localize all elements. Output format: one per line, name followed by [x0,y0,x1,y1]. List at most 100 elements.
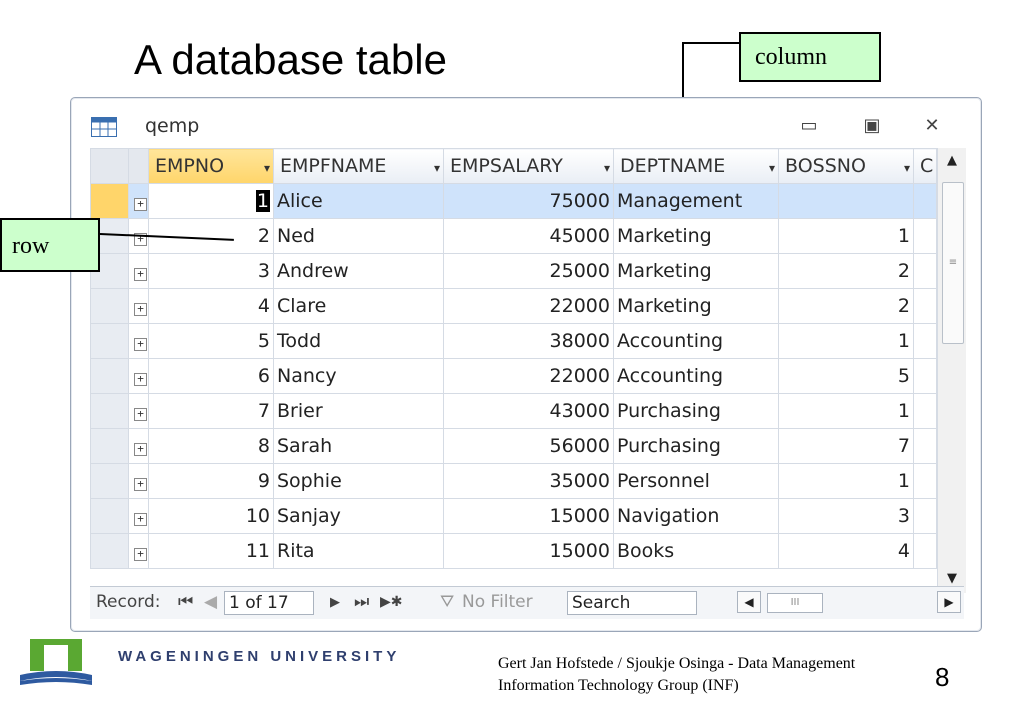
expand-icon[interactable]: + [134,198,147,211]
cell-c[interactable] [913,498,937,534]
cell-empfname[interactable]: Nancy [273,358,444,394]
row-expander[interactable]: + [128,253,149,289]
expand-icon[interactable]: + [134,548,147,561]
table-row[interactable]: + 3 Andrew 25000 Marketing 2 [90,253,937,289]
table-row[interactable]: + 4 Clare 22000 Marketing 2 [90,288,937,324]
row-selector[interactable] [90,393,129,429]
table-row[interactable]: + 11 Rita 15000 Books 4 [90,533,937,569]
cell-bossno[interactable]: 3 [778,498,914,534]
cell-empsalary[interactable]: 22000 [443,288,614,324]
restore-icon[interactable]: ▣ [859,114,885,138]
row-selector[interactable] [90,463,129,499]
select-all-corner[interactable] [90,148,129,184]
cell-bossno[interactable]: 1 [778,218,914,254]
expand-icon[interactable]: + [134,373,147,386]
cell-empsalary[interactable]: 56000 [443,428,614,464]
cell-empsalary[interactable]: 35000 [443,463,614,499]
cell-empfname[interactable]: Todd [273,323,444,359]
row-selector[interactable] [90,498,129,534]
cell-empsalary[interactable]: 75000 [443,183,614,219]
cell-empsalary[interactable]: 15000 [443,533,614,569]
sort-dropdown-icon[interactable]: ▾ [264,161,270,175]
cell-c[interactable] [913,218,937,254]
row-expander[interactable]: + [128,288,149,324]
cell-deptname[interactable]: Marketing [613,218,779,254]
cell-empfname[interactable]: Sophie [273,463,444,499]
row-expander[interactable]: + [128,463,149,499]
row-expander[interactable]: + [128,533,149,569]
scroll-thumb[interactable]: III [767,593,823,613]
row-expander[interactable]: + [128,323,149,359]
expand-icon[interactable]: + [134,478,147,491]
minimize-icon[interactable]: ▭ [796,114,822,138]
table-row[interactable]: + 8 Sarah 56000 Purchasing 7 [90,428,937,464]
row-expander[interactable]: + [128,358,149,394]
row-selector[interactable] [90,183,129,219]
table-row[interactable]: + 10 Sanjay 15000 Navigation 3 [90,498,937,534]
row-selector[interactable] [90,358,129,394]
column-header-bossno[interactable]: BOSSNO ▾ [778,148,914,184]
cell-bossno[interactable]: 1 [778,393,914,429]
cell-empsalary[interactable]: 25000 [443,253,614,289]
cell-c[interactable] [913,323,937,359]
cell-empno[interactable]: 3 [148,253,274,289]
expand-icon[interactable]: + [134,268,147,281]
cell-deptname[interactable]: Purchasing [613,393,779,429]
cell-deptname[interactable]: Management [613,183,779,219]
cell-empno[interactable]: 4 [148,288,274,324]
column-header-c[interactable]: C [913,148,937,184]
expand-icon[interactable]: + [134,513,147,526]
search-input[interactable]: Search [567,591,697,615]
table-row[interactable]: + 5 Todd 38000 Accounting 1 [90,323,937,359]
cell-bossno[interactable]: 1 [778,463,914,499]
column-header-empsalary[interactable]: EMPSALARY ▾ [443,148,614,184]
cell-deptname[interactable]: Personnel [613,463,779,499]
cell-empno[interactable]: 6 [148,358,274,394]
cell-empfname[interactable]: Sarah [273,428,444,464]
row-selector[interactable] [90,428,129,464]
cell-deptname[interactable]: Marketing [613,253,779,289]
cell-c[interactable] [913,393,937,429]
cell-empsalary[interactable]: 15000 [443,498,614,534]
scroll-thumb[interactable]: ≡ [942,182,964,344]
cell-bossno[interactable]: 2 [778,253,914,289]
vertical-scrollbar[interactable]: ▲ ≡ ▼ [937,148,966,593]
cell-c[interactable] [913,533,937,569]
row-expander[interactable]: + [128,393,149,429]
filter-status[interactable]: No Filter [462,592,533,612]
cell-empfname[interactable]: Alice [273,183,444,219]
cell-bossno[interactable] [778,183,914,219]
cell-c[interactable] [913,288,937,324]
cell-empfname[interactable]: Andrew [273,253,444,289]
sort-dropdown-icon[interactable]: ▾ [434,161,440,175]
table-row[interactable]: + 2 Ned 45000 Marketing 1 [90,218,937,254]
row-expander[interactable]: + [128,183,149,219]
cell-empno[interactable]: 10 [148,498,274,534]
cell-bossno[interactable]: 2 [778,288,914,324]
column-header-deptname[interactable]: DEPTNAME ▾ [613,148,779,184]
cell-bossno[interactable]: 7 [778,428,914,464]
row-selector[interactable] [90,288,129,324]
scroll-left-icon[interactable]: ◀ [737,591,761,613]
scroll-right-icon[interactable]: ▶ [937,591,961,613]
cell-deptname[interactable]: Marketing [613,288,779,324]
expand-icon[interactable]: + [134,303,147,316]
cell-empsalary[interactable]: 22000 [443,358,614,394]
expand-icon[interactable]: + [134,443,147,456]
cell-empsalary[interactable]: 45000 [443,218,614,254]
sort-dropdown-icon[interactable]: ▾ [604,161,610,175]
row-selector[interactable] [90,323,129,359]
cell-c[interactable] [913,183,937,219]
sort-dropdown-icon[interactable]: ▾ [904,161,910,175]
cell-deptname[interactable]: Books [613,533,779,569]
cell-empfname[interactable]: Brier [273,393,444,429]
cell-c[interactable] [913,358,937,394]
sort-dropdown-icon[interactable]: ▾ [769,161,775,175]
previous-record-icon[interactable]: ◀ [204,592,217,612]
cell-bossno[interactable]: 1 [778,323,914,359]
cell-empno[interactable]: 9 [148,463,274,499]
row-expander[interactable]: + [128,498,149,534]
cell-empno[interactable]: 11 [148,533,274,569]
next-record-icon[interactable]: ▶ [330,595,340,610]
cell-empsalary[interactable]: 43000 [443,393,614,429]
